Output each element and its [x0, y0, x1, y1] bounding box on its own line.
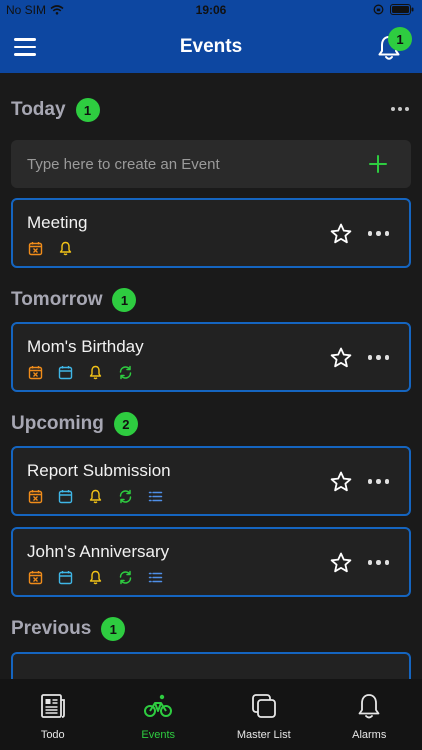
bell-icon: [58, 241, 73, 256]
nav-label-master-list: Master List: [236, 729, 291, 741]
repeat-icon: [118, 570, 133, 585]
event-title: Mom's Birthday: [27, 337, 144, 356]
count-badge-today: 1: [75, 98, 100, 122]
more-options-icon[interactable]: [367, 231, 389, 236]
section-title-upcoming: Upcoming: [11, 413, 104, 434]
event-icons: [28, 489, 163, 504]
event-card[interactable]: Report Submission: [11, 446, 411, 516]
create-event-field[interactable]: [11, 140, 411, 188]
event-card[interactable]: Mom's Birthday: [11, 322, 411, 392]
event-card-partial[interactable]: [11, 652, 411, 682]
section-title-tomorrow: Tomorrow: [11, 289, 103, 310]
count-badge-tomorrow: 1: [112, 288, 137, 312]
event-icons: [28, 241, 73, 256]
repeat-icon: [118, 489, 133, 504]
event-card[interactable]: Meeting: [11, 198, 411, 268]
bicycle-icon: [144, 694, 173, 717]
more-options-icon[interactable]: [367, 355, 389, 360]
nav-events[interactable]: Events: [106, 679, 212, 750]
event-icons: [28, 570, 163, 585]
nav-label-todo: Todo: [40, 729, 65, 741]
star-icon[interactable]: [329, 470, 353, 494]
section-tomorrow: Tomorrow 1: [11, 288, 137, 312]
status-time: 19:06: [195, 3, 227, 17]
section-upcoming: Upcoming 2: [11, 412, 138, 436]
calendar-icon: [58, 489, 73, 504]
orientation-lock-icon: [373, 4, 384, 15]
count-badge-upcoming: 2: [113, 412, 138, 436]
calendar-icon: [58, 570, 73, 585]
bell-icon: [88, 365, 103, 380]
battery-icon: [390, 4, 414, 15]
nav-todo[interactable]: Todo: [0, 679, 106, 750]
bell-icon: [88, 570, 103, 585]
list-icon: [148, 489, 163, 504]
star-icon[interactable]: [329, 346, 353, 370]
calendar-x-icon: [28, 489, 43, 504]
bell-icon: [88, 489, 103, 504]
more-options-icon[interactable]: [367, 560, 389, 565]
create-event-input[interactable]: [27, 140, 357, 188]
event-title: Meeting: [27, 213, 88, 232]
page-title: Events: [179, 36, 243, 57]
bottom-nav: Todo Events Master List Alarms: [0, 679, 422, 750]
calendar-x-icon: [28, 570, 43, 585]
repeat-icon: [118, 365, 133, 380]
event-icons: [28, 365, 133, 380]
star-icon[interactable]: [329, 551, 353, 575]
bell-icon: [358, 694, 380, 719]
nav-master-list[interactable]: Master List: [211, 679, 317, 750]
nav-alarms[interactable]: Alarms: [317, 679, 422, 750]
section-title-today: Today: [11, 99, 66, 120]
star-icon[interactable]: [329, 222, 353, 246]
section-title-previous: Previous: [11, 618, 92, 639]
nav-label-alarms: Alarms: [352, 729, 387, 741]
event-title: John's Anniversary: [27, 542, 170, 561]
section-previous: Previous 1: [11, 617, 126, 641]
section-today: Today 1: [11, 98, 100, 122]
nav-label-events: Events: [141, 729, 176, 741]
list-icon: [148, 570, 163, 585]
calendar-x-icon: [28, 241, 43, 256]
calendar-x-icon: [28, 365, 43, 380]
count-badge-previous: 1: [101, 617, 126, 641]
notification-badge: 1: [388, 27, 412, 51]
more-options-icon[interactable]: [391, 107, 409, 111]
add-event-icon[interactable]: [367, 153, 389, 175]
app-bar: Events 1: [0, 20, 422, 73]
event-card[interactable]: John's Anniversary: [11, 527, 411, 597]
newspaper-icon: [40, 694, 65, 718]
event-title: Report Submission: [27, 461, 171, 480]
more-options-icon[interactable]: [367, 479, 389, 484]
calendar-icon: [58, 365, 73, 380]
status-bar: No SIM 19:06: [0, 0, 422, 20]
stacked-squares-icon: [251, 694, 276, 718]
